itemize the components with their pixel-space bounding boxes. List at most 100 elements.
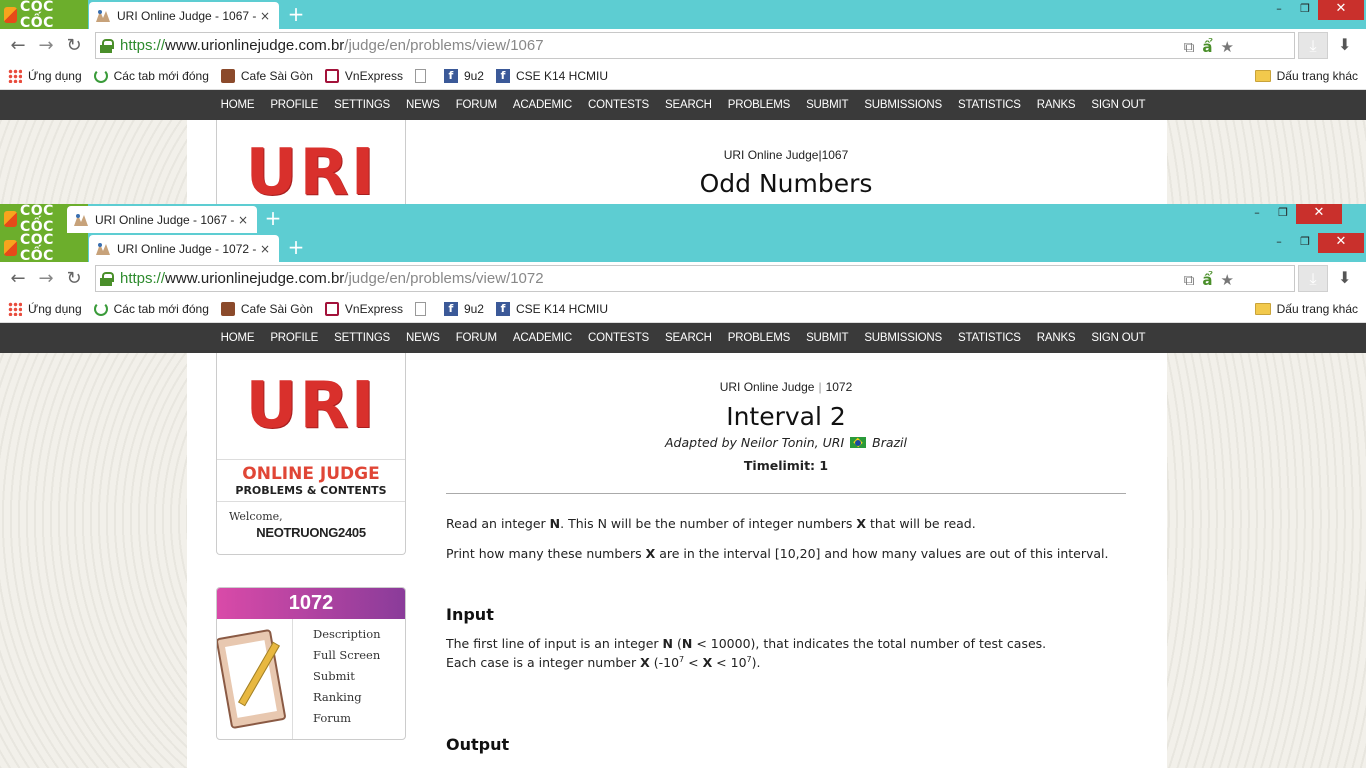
maximize-button[interactable]: ❐ bbox=[1270, 204, 1296, 224]
nav-statistics[interactable]: STATISTICS bbox=[950, 332, 1029, 344]
bookmark-star-icon[interactable]: ★ bbox=[1221, 38, 1234, 56]
clipboard-icon bbox=[217, 619, 293, 739]
nav-ranks[interactable]: RANKS bbox=[1029, 332, 1084, 344]
bookmark-page[interactable] bbox=[414, 68, 432, 83]
download-video-button[interactable]: ⤓ bbox=[1298, 32, 1328, 59]
link-forum[interactable]: Forum bbox=[313, 711, 381, 725]
bookmark-apps[interactable]: Ứng dụng bbox=[8, 68, 82, 83]
nav-search[interactable]: SEARCH bbox=[657, 99, 720, 111]
nav-statistics[interactable]: STATISTICS bbox=[950, 99, 1029, 111]
nav-submissions[interactable]: SUBMISSIONS bbox=[856, 332, 950, 344]
coccoc-menu-button[interactable]: CỐC CỐC bbox=[0, 233, 88, 264]
site-nav: HOME PROFILE SETTINGS NEWS FORUM ACADEMI… bbox=[0, 90, 1366, 120]
bookmark-9u2[interactable]: f 9u2 bbox=[443, 301, 484, 316]
back-arrow-icon[interactable]: ← bbox=[4, 35, 32, 56]
uri-logo[interactable]: URI bbox=[217, 120, 405, 204]
breadcrumb-site[interactable]: URI Online Judge bbox=[720, 380, 815, 394]
nav-contests[interactable]: CONTESTS bbox=[580, 99, 657, 111]
reload-icon[interactable]: ↻ bbox=[60, 268, 88, 289]
bookmark-page[interactable] bbox=[414, 301, 432, 316]
bookmarks-bar: Ứng dụng Các tab mới đóng Cafe Sài Gòn V… bbox=[0, 62, 1366, 90]
new-tab-button[interactable]: + bbox=[263, 208, 283, 228]
bookmark-other-folder[interactable]: Dấu trang khác bbox=[1254, 302, 1358, 316]
minimize-button[interactable]: – bbox=[1266, 0, 1292, 20]
link-ranking[interactable]: Ranking bbox=[313, 690, 381, 704]
nav-problems[interactable]: PROBLEMS bbox=[720, 99, 798, 111]
back-arrow-icon[interactable]: ← bbox=[4, 268, 32, 289]
bookmark-recent-tabs[interactable]: Các tab mới đóng bbox=[93, 301, 209, 316]
nav-submissions[interactable]: SUBMISSIONS bbox=[856, 99, 950, 111]
close-window-button[interactable]: ✕ bbox=[1318, 0, 1364, 20]
nav-academic[interactable]: ACADEMIC bbox=[505, 99, 580, 111]
browser-tab[interactable]: URI Online Judge - 1072 - × bbox=[89, 235, 279, 262]
nav-search[interactable]: SEARCH bbox=[657, 332, 720, 344]
bookmark-cafe-sai-gon[interactable]: Cafe Sài Gòn bbox=[220, 68, 313, 83]
nav-profile[interactable]: PROFILE bbox=[262, 332, 326, 344]
url-text[interactable]: https://www.urionlinejudge.com.br/judge/… bbox=[120, 37, 544, 54]
nav-submit[interactable]: SUBMIT bbox=[798, 332, 856, 344]
browser-tab[interactable]: URI Online Judge - 1067 - × bbox=[67, 206, 257, 233]
bookmark-cse-k14[interactable]: f CSE K14 HCMIU bbox=[495, 301, 608, 316]
translate-icon[interactable]: ⧉ bbox=[1184, 38, 1195, 56]
nav-ranks[interactable]: RANKS bbox=[1029, 99, 1084, 111]
apps-grid-icon bbox=[8, 68, 22, 83]
address-bar[interactable]: https://www.urionlinejudge.com.br/judge/… bbox=[95, 265, 1295, 292]
nav-home[interactable]: HOME bbox=[213, 99, 263, 111]
problem-id-header: 1072 bbox=[217, 588, 405, 619]
coccoc-logo-icon bbox=[4, 239, 17, 256]
address-bar[interactable]: https://www.urionlinejudge.com.br/judge/… bbox=[95, 32, 1295, 59]
bookmark-other-folder[interactable]: Dấu trang khác bbox=[1254, 69, 1358, 83]
username-link[interactable]: NEOTRUONG2405 bbox=[229, 525, 393, 540]
nav-contests[interactable]: CONTESTS bbox=[580, 332, 657, 344]
tab-close-icon[interactable]: × bbox=[237, 213, 249, 227]
bookmark-vnexpress[interactable]: VnExpress bbox=[324, 301, 403, 316]
coccoc-menu-button[interactable]: CỐC CỐC bbox=[0, 0, 88, 31]
vietnamese-input-icon[interactable]: ẩ bbox=[1202, 271, 1212, 289]
forward-arrow-icon[interactable]: → bbox=[32, 35, 60, 56]
downloads-icon[interactable]: ⬇ bbox=[1338, 268, 1351, 287]
nav-news[interactable]: NEWS bbox=[398, 99, 448, 111]
link-submit[interactable]: Submit bbox=[313, 669, 381, 683]
link-full-screen[interactable]: Full Screen bbox=[313, 648, 381, 662]
browser-tab[interactable]: URI Online Judge - 1067 - × bbox=[89, 2, 279, 29]
link-description[interactable]: Description bbox=[313, 627, 381, 641]
maximize-button[interactable]: ❐ bbox=[1292, 0, 1318, 20]
reload-icon[interactable]: ↻ bbox=[60, 35, 88, 56]
nav-problems[interactable]: PROBLEMS bbox=[720, 332, 798, 344]
bookmark-9u2[interactable]: f 9u2 bbox=[443, 68, 484, 83]
nav-settings[interactable]: SETTINGS bbox=[326, 99, 398, 111]
nav-sign-out[interactable]: SIGN OUT bbox=[1083, 99, 1153, 111]
vietnamese-input-icon[interactable]: ẩ bbox=[1202, 38, 1212, 56]
close-window-button[interactable]: ✕ bbox=[1318, 233, 1364, 253]
nav-profile[interactable]: PROFILE bbox=[262, 99, 326, 111]
nav-settings[interactable]: SETTINGS bbox=[326, 332, 398, 344]
downloads-icon[interactable]: ⬇ bbox=[1338, 35, 1351, 54]
url-text[interactable]: https://www.urionlinejudge.com.br/judge/… bbox=[120, 270, 544, 287]
tab-close-icon[interactable]: × bbox=[259, 242, 271, 256]
uri-logo[interactable]: URI bbox=[217, 353, 405, 459]
minimize-button[interactable]: – bbox=[1244, 204, 1270, 224]
bookmark-cse-k14[interactable]: f CSE K14 HCMIU bbox=[495, 68, 608, 83]
nav-news[interactable]: NEWS bbox=[398, 332, 448, 344]
forward-arrow-icon[interactable]: → bbox=[32, 268, 60, 289]
download-video-button[interactable]: ⤓ bbox=[1298, 265, 1328, 292]
maximize-button[interactable]: ❐ bbox=[1292, 233, 1318, 253]
new-tab-button[interactable]: + bbox=[286, 4, 306, 24]
tab-close-icon[interactable]: × bbox=[259, 9, 271, 23]
breadcrumb-site[interactable]: URI Online Judge bbox=[724, 148, 819, 162]
nav-sign-out[interactable]: SIGN OUT bbox=[1083, 332, 1153, 344]
bookmark-recent-tabs[interactable]: Các tab mới đóng bbox=[93, 68, 209, 83]
minimize-button[interactable]: – bbox=[1266, 233, 1292, 253]
bookmark-star-icon[interactable]: ★ bbox=[1221, 271, 1234, 289]
bookmark-cafe-sai-gon[interactable]: Cafe Sài Gòn bbox=[220, 301, 313, 316]
nav-forum[interactable]: FORUM bbox=[448, 332, 505, 344]
nav-academic[interactable]: ACADEMIC bbox=[505, 332, 580, 344]
nav-forum[interactable]: FORUM bbox=[448, 99, 505, 111]
new-tab-button[interactable]: + bbox=[286, 237, 306, 257]
nav-home[interactable]: HOME bbox=[213, 332, 263, 344]
bookmark-apps[interactable]: Ứng dụng bbox=[8, 301, 82, 316]
close-window-button[interactable]: ✕ bbox=[1296, 204, 1342, 224]
translate-icon[interactable]: ⧉ bbox=[1184, 271, 1195, 289]
bookmark-vnexpress[interactable]: VnExpress bbox=[324, 68, 403, 83]
nav-submit[interactable]: SUBMIT bbox=[798, 99, 856, 111]
